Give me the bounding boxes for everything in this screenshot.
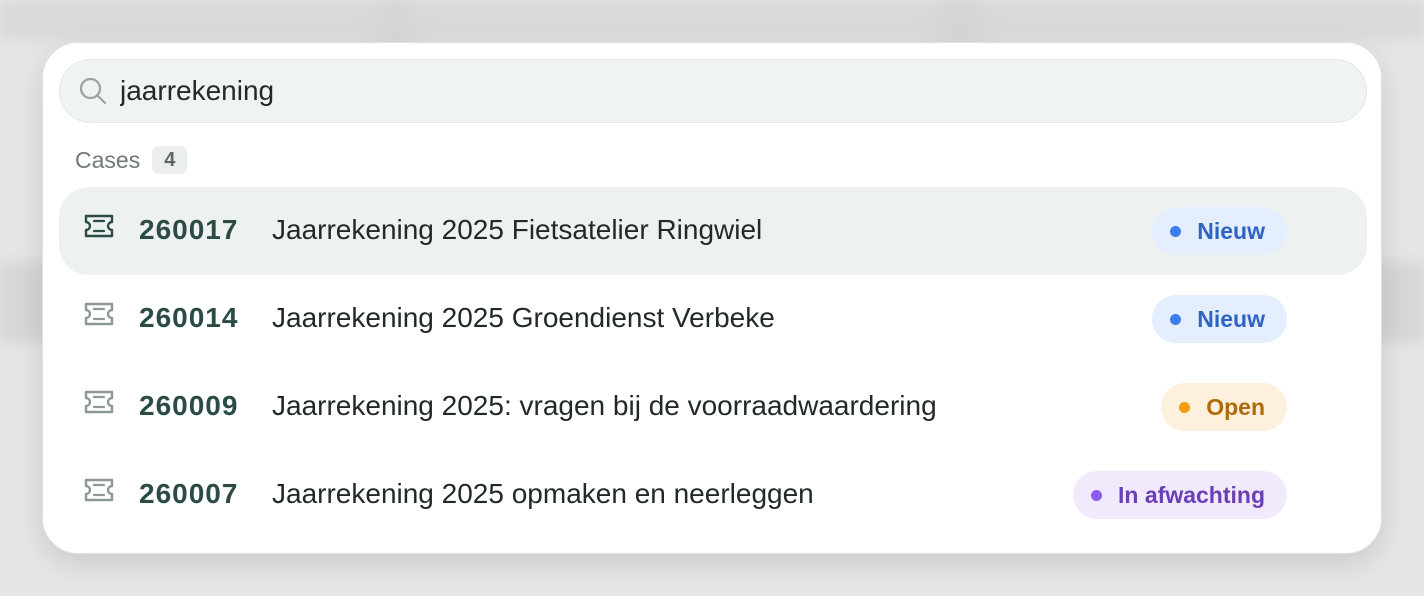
background-block (380, 0, 410, 40)
status-badge: Nieuw (1152, 207, 1287, 255)
case-title: Jaarrekening 2025 opmaken en neerleggen (272, 478, 814, 509)
case-title: Jaarrekening 2025: vragen bij de voorraa… (272, 390, 937, 421)
case-row[interactable]: 260017 Jaarrekening 2025 Fietsatelier Rin… (59, 187, 1367, 275)
status-dot (1179, 401, 1191, 413)
section-count-badge: 4 (152, 146, 188, 174)
background-block (940, 0, 980, 40)
case-number: 260009 (139, 390, 239, 421)
status-dot (1170, 313, 1182, 325)
case-number: 260007 (139, 478, 239, 509)
command-palette: Cases 4 260017 Jaarrekening 2025 Fietsate… (42, 42, 1382, 554)
background-header-band (0, 0, 1424, 40)
case-number: 260017 (139, 214, 239, 245)
case-row[interactable]: 260014 Jaarrekening 2025 Groendienst Verb… (59, 275, 1367, 363)
case-title: Jaarrekening 2025 Fietsatelier Ringwiel (272, 214, 763, 245)
case-row[interactable]: 260009 Jaarrekening 2025: vragen bij de v… (59, 363, 1367, 451)
status-dot (1091, 489, 1103, 501)
status-label: Nieuw (1197, 217, 1265, 244)
status-badge: Open (1161, 383, 1287, 431)
ticket-icon (83, 477, 115, 503)
search-bar[interactable] (59, 59, 1367, 123)
status-label: In afwachting (1118, 481, 1265, 508)
search-input[interactable] (120, 75, 1300, 107)
case-row[interactable]: 260007 Jaarrekening 2025 opmaken en neerl… (59, 451, 1367, 539)
status-label: Nieuw (1197, 305, 1265, 332)
ticket-icon (83, 213, 115, 239)
status-dot (1170, 225, 1182, 237)
case-title: Jaarrekening 2025 Groendienst Verbeke (272, 302, 775, 333)
status-label: Open (1206, 393, 1265, 420)
ticket-icon (83, 389, 115, 415)
search-icon (78, 76, 108, 106)
section-title: Cases (75, 146, 141, 173)
ticket-icon (83, 301, 115, 327)
status-badge: Nieuw (1152, 295, 1287, 343)
results-list: 260017 Jaarrekening 2025 Fietsatelier Rin… (59, 187, 1367, 539)
case-number: 260014 (139, 302, 239, 333)
status-badge: In afwachting (1073, 471, 1287, 519)
section-header: Cases 4 (75, 145, 188, 175)
